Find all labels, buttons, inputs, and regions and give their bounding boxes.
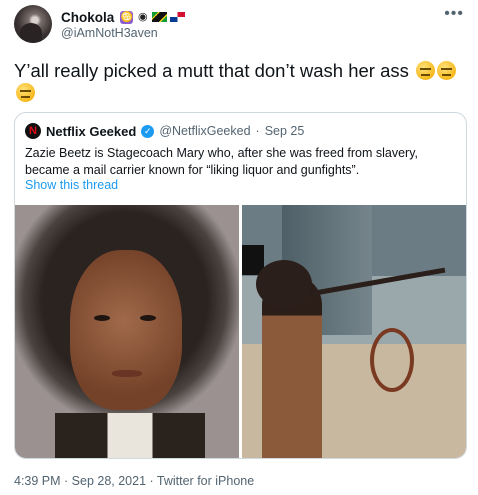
portrait-photo[interactable] (15, 205, 239, 458)
show-thread-link[interactable]: Show this thread (25, 178, 118, 192)
panama-flag-icon (170, 12, 186, 22)
expressionless-face-icon (416, 61, 435, 80)
more-options-button[interactable]: ••• (444, 5, 464, 23)
hair (256, 260, 312, 308)
separator: · (255, 124, 260, 138)
eye (94, 315, 110, 321)
quoted-handle[interactable]: @NetflixGeeked (159, 124, 250, 138)
quoted-date[interactable]: Sep 25 (265, 124, 305, 138)
mouth (112, 370, 142, 377)
display-name[interactable]: Chokola (61, 10, 114, 25)
user-handle[interactable]: @iAmNotH3aven (61, 26, 158, 40)
netflix-logo-icon: N (25, 123, 41, 139)
avatar[interactable] (14, 5, 52, 43)
eye (140, 315, 156, 321)
wagon-wheel (370, 328, 414, 392)
quoted-display-name[interactable]: Netflix Geeked (46, 124, 136, 139)
tweet-text: Y’all really picked a mutt that don’t wa… (14, 60, 474, 104)
quoted-tweet-header: N Netflix Geeked ✓ @NetflixGeeked · Sep … (25, 122, 304, 140)
expressionless-face-icon (437, 61, 456, 80)
tweet-body: Y’all really picked a mutt that don’t wa… (14, 60, 409, 81)
name-row: Chokola ♋ ◉ (61, 8, 186, 26)
cancer-sign-icon: ♋ (120, 10, 134, 24)
tweet-meta[interactable]: 4:39 PM · Sep 28, 2021 · Twitter for iPh… (14, 474, 254, 488)
expressionless-face-icon (16, 83, 35, 102)
quoted-tweet[interactable]: N Netflix Geeked ✓ @NetflixGeeked · Sep … (14, 112, 467, 459)
quoted-tweet-text: Zazie Beetz is Stagecoach Mary who, afte… (25, 146, 418, 177)
tweet-header: Chokola ♋ ◉ @iAmNotH3aven ••• (14, 5, 468, 45)
rifle-scene-photo[interactable] (242, 205, 466, 458)
face (70, 250, 182, 410)
jamaica-flag-icon (152, 12, 168, 22)
verified-badge-icon: ✓ (141, 124, 155, 138)
ninja-icon: ◉ (137, 10, 148, 23)
collar (55, 413, 205, 458)
